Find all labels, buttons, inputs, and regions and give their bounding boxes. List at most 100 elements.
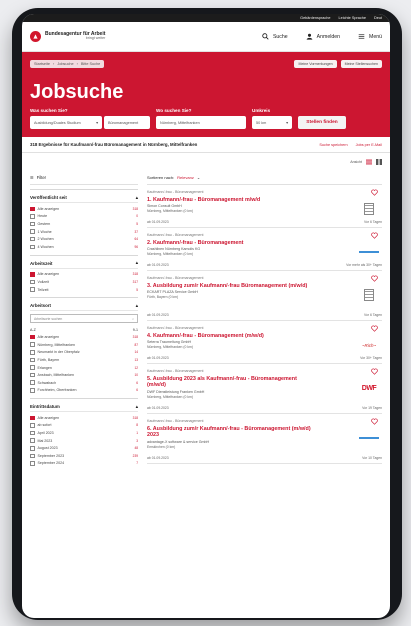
job-title-link[interactable]: 2. Kaufmann/-frau - Büromanagement [147, 240, 317, 246]
sort-az-button[interactable]: A-Z [30, 328, 36, 332]
checkbox-icon [30, 423, 35, 428]
logo-text[interactable]: Bundesagentur für Arbeit bringt weiter [45, 32, 105, 41]
filter-group-toggle[interactable]: Veröffentlicht seit ▴ [30, 193, 138, 203]
chevron-up-icon: ▴ [135, 302, 138, 308]
filter-group-toggle[interactable]: Arbeitszeit ▴ [30, 259, 138, 269]
job-location: Nürnberg, Mittelfranken (0 km) [147, 252, 193, 257]
filter-option[interactable]: 4 Wochen 96 [30, 243, 138, 251]
job-title-link[interactable]: 4. Kaufmann/-frau - Büromanagement (m/w/… [147, 333, 317, 339]
filter-option[interactable]: Nürnberg, Mittelfranken 87 [30, 341, 138, 349]
job-card[interactable]: Kaufmann/-frau - Büromanagement 6. Ausbi… [147, 414, 382, 464]
checkbox-icon [30, 236, 35, 242]
where-input[interactable]: Nürnberg, Mittelfranken [156, 116, 246, 129]
header-menu-button[interactable]: Menü [358, 33, 382, 40]
filter-option[interactable]: Fürth, Bayern 13 [30, 356, 138, 364]
filter-option[interactable]: Ansbach, Mittelfranken 10 [30, 371, 138, 379]
job-posted-ago: Vor 19 Tagen [362, 406, 382, 410]
heart-icon[interactable] [371, 189, 378, 196]
checkbox-icon [30, 279, 35, 285]
topbar-link-easy-language[interactable]: Leichte Sprache [339, 16, 366, 20]
filter-option[interactable]: 1 Woche 37 [30, 228, 138, 236]
email-jobs-button[interactable]: Jobs per E-Mail [356, 143, 382, 147]
ba-logo-icon[interactable] [30, 31, 41, 42]
job-card[interactable]: Kaufmann/-frau - Büromanagement 3. Ausbi… [147, 271, 382, 321]
offer-type-select[interactable]: Ausbildung/Duales Studium ▾ [30, 116, 102, 129]
filter-option[interactable]: Alle anzeigen 318 [30, 205, 138, 213]
filter-option[interactable]: Neumarkt in der Oberpfalz 14 [30, 349, 138, 357]
heart-icon[interactable] [371, 418, 378, 425]
grid-view-icon[interactable] [376, 159, 382, 165]
job-location: Fürth, Bayern (0 km) [147, 295, 179, 300]
filter-option[interactable]: ab sofort 8 [30, 422, 138, 430]
filter-option[interactable]: Gestern 5 [30, 220, 138, 228]
location-search-placeholder: Arbeitsorte suchen [34, 316, 63, 321]
job-title-link[interactable]: 3. Ausbildung zum/r Kaufmann/-frau Bürom… [147, 283, 317, 289]
find-jobs-button[interactable]: Stellen finden [298, 116, 346, 129]
filter-option[interactable]: Alle anzeigen 318 [30, 271, 138, 279]
radius-select[interactable]: 50 km ▾ [252, 116, 292, 129]
job-start-date: ab 01.09.2023 [147, 313, 169, 317]
filter-option[interactable]: 2 Wochen 64 [30, 235, 138, 243]
header-menu-label: Menü [369, 33, 382, 40]
filter-option[interactable]: August 2023 48 [30, 444, 138, 452]
breadcrumb-item-home[interactable]: Startseite [34, 62, 50, 66]
radius-label: Umkreis [252, 108, 271, 113]
job-card[interactable]: Kaufmann/-frau - Büromanagement 5. Ausbi… [147, 364, 382, 414]
checkbox-icon [30, 372, 35, 378]
results-list: Sortieren nach: Relevanz ⌄ Kaufmann/-fra… [147, 171, 382, 471]
where-input-value: Nürnberg, Mittelfranken [160, 120, 200, 125]
filter-option[interactable]: Teilzeit 5 [30, 286, 138, 294]
job-card[interactable]: Kaufmann/-frau - Büromanagement 4. Kaufm… [147, 321, 382, 364]
company-logo [358, 431, 380, 445]
sort-value: Relevanz [177, 175, 194, 180]
what-input[interactable]: Büromanagement [104, 116, 150, 129]
header-search-button[interactable]: Suche [262, 33, 288, 40]
filter-option[interactable]: Alle anzeigen 318 [30, 333, 138, 341]
checkbox-icon [30, 430, 35, 436]
job-card[interactable]: Kaufmann/-frau - Büromanagement 2. Kaufm… [147, 228, 382, 271]
filter-option[interactable]: April 2023 1 [30, 429, 138, 437]
job-card[interactable]: Kaufmann/-frau - Büromanagement 1. Kaufm… [147, 185, 382, 228]
breadcrumb-item-jobsuche[interactable]: Jobsuche [57, 62, 73, 66]
filter-group-title: Eintrittsdatum [30, 404, 60, 410]
breadcrumb: Startseite › Jobsuche › Bitte Suche [30, 60, 105, 68]
topbar-link-language[interactable]: Deut [374, 16, 382, 20]
job-location: Emskirchen (0 km) [147, 444, 176, 449]
my-searches-button[interactable]: Meine Stellensuchen [340, 60, 382, 68]
checkbox-icon [30, 272, 35, 277]
filter-group-toggle[interactable]: Eintrittsdatum ▴ [30, 402, 138, 413]
job-title-link[interactable]: 6. Ausbildung zum/r Kaufmann/-frau - Bür… [147, 426, 317, 439]
filter-option[interactable]: Mai 2023 3 [30, 437, 138, 445]
sort-control[interactable]: Sortieren nach: Relevanz ⌄ [147, 171, 382, 185]
topbar-link-sign-language[interactable]: Gebärdensprache [300, 16, 330, 20]
filter-group-toggle[interactable]: Arbeitsort ▴ [30, 301, 138, 312]
heart-icon[interactable] [371, 368, 378, 375]
filter-option[interactable]: Erlangen 12 [30, 364, 138, 372]
my-notes-button[interactable]: Meine Vormerkungen [294, 60, 337, 68]
filter-option[interactable]: Forchheim, Oberfranken 6 [30, 387, 138, 395]
company-logo [358, 202, 380, 216]
what-input-value: Büromanagement [108, 120, 139, 125]
checkbox-icon [30, 244, 35, 250]
filter-toggle[interactable]: ☰ Filter [30, 171, 138, 185]
location-search-input[interactable]: Arbeitsorte suchen ⌕ [30, 314, 138, 324]
filter-option[interactable]: Alle anzeigen 318 [30, 414, 138, 422]
filter-option[interactable]: September 2023 239 [30, 452, 138, 460]
filter-option[interactable]: Schwabach 6 [30, 379, 138, 387]
filter-option[interactable]: September 2024 7 [30, 460, 138, 468]
filter-option[interactable]: Heute 0 [30, 213, 138, 221]
heart-icon[interactable] [371, 232, 378, 239]
filter-option[interactable]: Vollzeit 317 [30, 278, 138, 286]
checkbox-icon [30, 446, 35, 451]
checkbox-icon [30, 388, 35, 393]
header-search-label: Suche [272, 33, 288, 40]
sort-count-button[interactable]: 9-1 [133, 328, 138, 332]
job-title-link[interactable]: 5. Ausbildung 2023 als Kaufmann/-frau - … [147, 376, 317, 389]
chevron-up-icon: ▴ [135, 194, 138, 200]
list-view-icon[interactable] [366, 159, 372, 165]
job-title-link[interactable]: 1. Kaufmann/-frau - Büromanagement m/w/d [147, 197, 317, 203]
header-login-button[interactable]: Anmelden [306, 33, 340, 40]
save-search-button[interactable]: Suche speichern [319, 143, 347, 147]
heart-icon[interactable] [371, 275, 378, 282]
heart-icon[interactable] [371, 325, 378, 332]
